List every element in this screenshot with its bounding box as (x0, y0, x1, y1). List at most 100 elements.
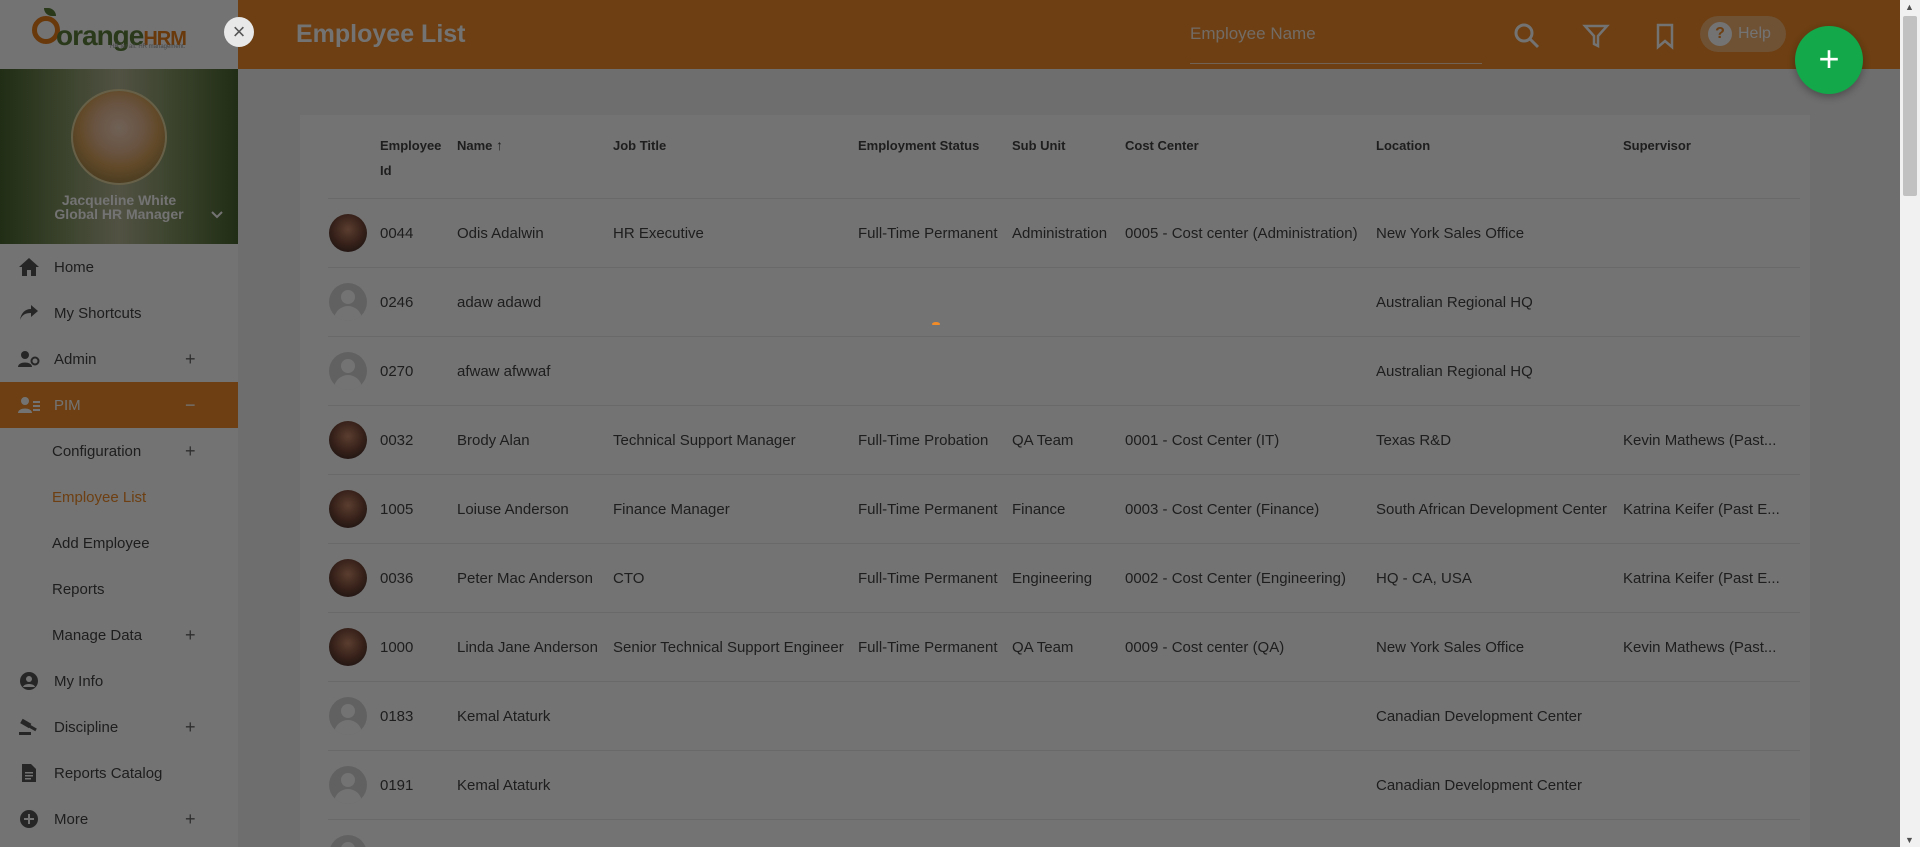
employee-avatar (329, 835, 367, 847)
expand-plus-icon[interactable]: + (185, 809, 196, 830)
menu-item-reports-catalog[interactable]: Reports Catalog (0, 750, 238, 796)
cell-sub-unit: Finance (1012, 501, 1066, 518)
header-name[interactable]: Name ↑ (457, 133, 503, 158)
page-title: Employee List (296, 20, 466, 48)
header-employment-status[interactable]: Employment Status (858, 133, 979, 158)
header-location[interactable]: Location (1376, 133, 1430, 158)
bookmark-icon[interactable] (1651, 22, 1679, 50)
table-row[interactable]: 0270 afwaw afwwaf Australian Regional HQ (328, 336, 1800, 405)
menu-item-my-info[interactable]: My Info (0, 658, 238, 704)
cell-name: Peter Mac Anderson (457, 570, 593, 587)
cell-supervisor: Kevin Mathews (Past... (1623, 639, 1777, 656)
table-row[interactable]: 0036 Peter Mac Anderson CTO Full-Time Perma… (328, 543, 1800, 612)
table-row[interactable]: 0032 Brody Alan Technical Support Manager F… (328, 405, 1800, 474)
search-icon[interactable] (1513, 22, 1541, 50)
employee-avatar (329, 214, 367, 252)
cell-location: New York Sales Office (1376, 225, 1525, 242)
sub-label-manage-data: Manage Data (52, 626, 143, 644)
cell-job-title (613, 337, 853, 406)
search-field[interactable] (1190, 12, 1482, 64)
menu-item-shortcuts[interactable]: My Shortcuts (0, 290, 238, 336)
cell-employment-status: Full-Time Permanent (858, 570, 998, 587)
cell-location: Canadian Development Center (1376, 708, 1582, 725)
user-list-icon (18, 394, 40, 416)
chevron-down-icon[interactable] (210, 207, 224, 224)
page-scrollbar[interactable]: ▲ ▼ (1900, 0, 1920, 847)
menu-label-discipline: Discipline (54, 718, 119, 736)
header-cost-center[interactable]: Cost Center (1125, 133, 1199, 158)
sub-item-employee-list[interactable]: Employee List (0, 474, 238, 520)
employee-avatar (329, 352, 367, 390)
add-employee-fab-button[interactable]: + (1795, 26, 1863, 94)
cell-employee-id: 0044 (380, 225, 414, 242)
close-sidebar-icon[interactable]: × (224, 17, 254, 47)
scroll-up-arrow-icon[interactable]: ▲ (1905, 2, 1914, 12)
table-row[interactable]: 1000 Linda Jane Anderson Senior Technical … (328, 612, 1800, 681)
help-button[interactable]: ? Help (1700, 16, 1786, 52)
cell-job-title (613, 751, 853, 820)
sort-ascending-icon[interactable]: ↑ (496, 137, 503, 153)
cell-supervisor: Kevin Mathews (Past... (1623, 432, 1777, 449)
table-row[interactable] (328, 819, 1800, 847)
cell-employment-status: Full-Time Probation (858, 432, 989, 449)
plus-circle-icon (18, 808, 40, 830)
cell-supervisor (1623, 751, 1793, 820)
sub-item-configuration[interactable]: Configuration + (0, 428, 238, 474)
employee-avatar (329, 490, 367, 528)
scroll-down-arrow-icon[interactable]: ▼ (1905, 835, 1914, 845)
menu-item-more[interactable]: More + (0, 796, 238, 842)
cell-name: Brody Alan (457, 432, 530, 449)
header-job-title[interactable]: Job Title (613, 133, 666, 158)
expand-plus-icon[interactable]: + (185, 441, 196, 462)
table-row[interactable]: 0191 Kemal Ataturk Canadian Development Ce… (328, 750, 1800, 819)
menu-label-shortcuts: My Shortcuts (54, 304, 142, 322)
cell-sub-unit: Administration (1012, 225, 1108, 242)
table-row[interactable]: 0183 Kemal Ataturk Canadian Development Ce… (328, 681, 1800, 750)
employee-avatar (329, 559, 367, 597)
expand-plus-icon[interactable]: + (185, 717, 196, 738)
cell-employee-id: 0246 (380, 294, 414, 311)
top-bar: Employee List ? Help (238, 0, 1920, 69)
sub-label-configuration: Configuration (52, 442, 142, 460)
header-supervisor[interactable]: Supervisor (1623, 133, 1691, 158)
cell-cost-center (1125, 751, 1373, 820)
collapse-minus-icon[interactable]: − (185, 395, 196, 416)
cell-employee-id: 0032 (380, 432, 414, 449)
home-icon (18, 256, 40, 278)
cell-job-title: CTO (613, 570, 645, 587)
table-row[interactable]: 0246 adaw adawd Australian Regional HQ (328, 267, 1800, 336)
cell-employment-status (858, 268, 1008, 337)
cell-supervisor (1623, 199, 1793, 268)
expand-plus-icon[interactable]: + (185, 625, 196, 646)
employee-name-search-input[interactable] (1190, 12, 1482, 56)
expand-plus-icon[interactable]: + (185, 349, 196, 370)
cell-employment-status: Full-Time Permanent (858, 225, 998, 242)
cell-name: Kemal Ataturk (457, 708, 551, 725)
cell-location: Australian Regional HQ (1376, 363, 1533, 380)
cell-employment-status (858, 682, 1008, 751)
cell-name: Odis Adalwin (457, 225, 544, 242)
profile-name: Jacqueline White (61, 192, 177, 208)
sub-item-add-employee[interactable]: Add Employee (0, 520, 238, 566)
cell-name: adaw adawd (457, 294, 542, 311)
sub-label-reports: Reports (52, 580, 105, 598)
table-row[interactable]: 1005 Loiuse Anderson Finance Manager Full-T… (328, 474, 1800, 543)
header-sub-unit[interactable]: Sub Unit (1012, 133, 1065, 158)
cell-employee-id: 0270 (380, 363, 414, 380)
table-row[interactable]: 0044 Odis Adalwin HR Executive Full-Time Pe… (328, 198, 1800, 267)
cell-employee-id: 0191 (380, 777, 414, 794)
sub-item-reports[interactable]: Reports (0, 566, 238, 612)
cell-employee-id: 0183 (380, 708, 414, 725)
header-employee-id[interactable]: Employee Id (380, 133, 441, 183)
menu-label-reports-catalog: Reports Catalog (54, 764, 163, 782)
menu-item-discipline[interactable]: Discipline + (0, 704, 238, 750)
orangehrm-logo[interactable]: orangeHRM HR for all. HR management. (32, 8, 204, 54)
menu-item-pim[interactable]: PIM − (0, 382, 238, 428)
menu-item-admin[interactable]: Admin + (0, 336, 238, 382)
scroll-thumb[interactable] (1903, 16, 1917, 196)
sub-item-manage-data[interactable]: Manage Data + (0, 612, 238, 658)
help-label: Help (1738, 25, 1771, 42)
cell-supervisor: Katrina Keifer (Past E... (1623, 570, 1780, 587)
menu-item-home[interactable]: Home (0, 244, 238, 290)
filter-icon[interactable] (1582, 22, 1610, 50)
